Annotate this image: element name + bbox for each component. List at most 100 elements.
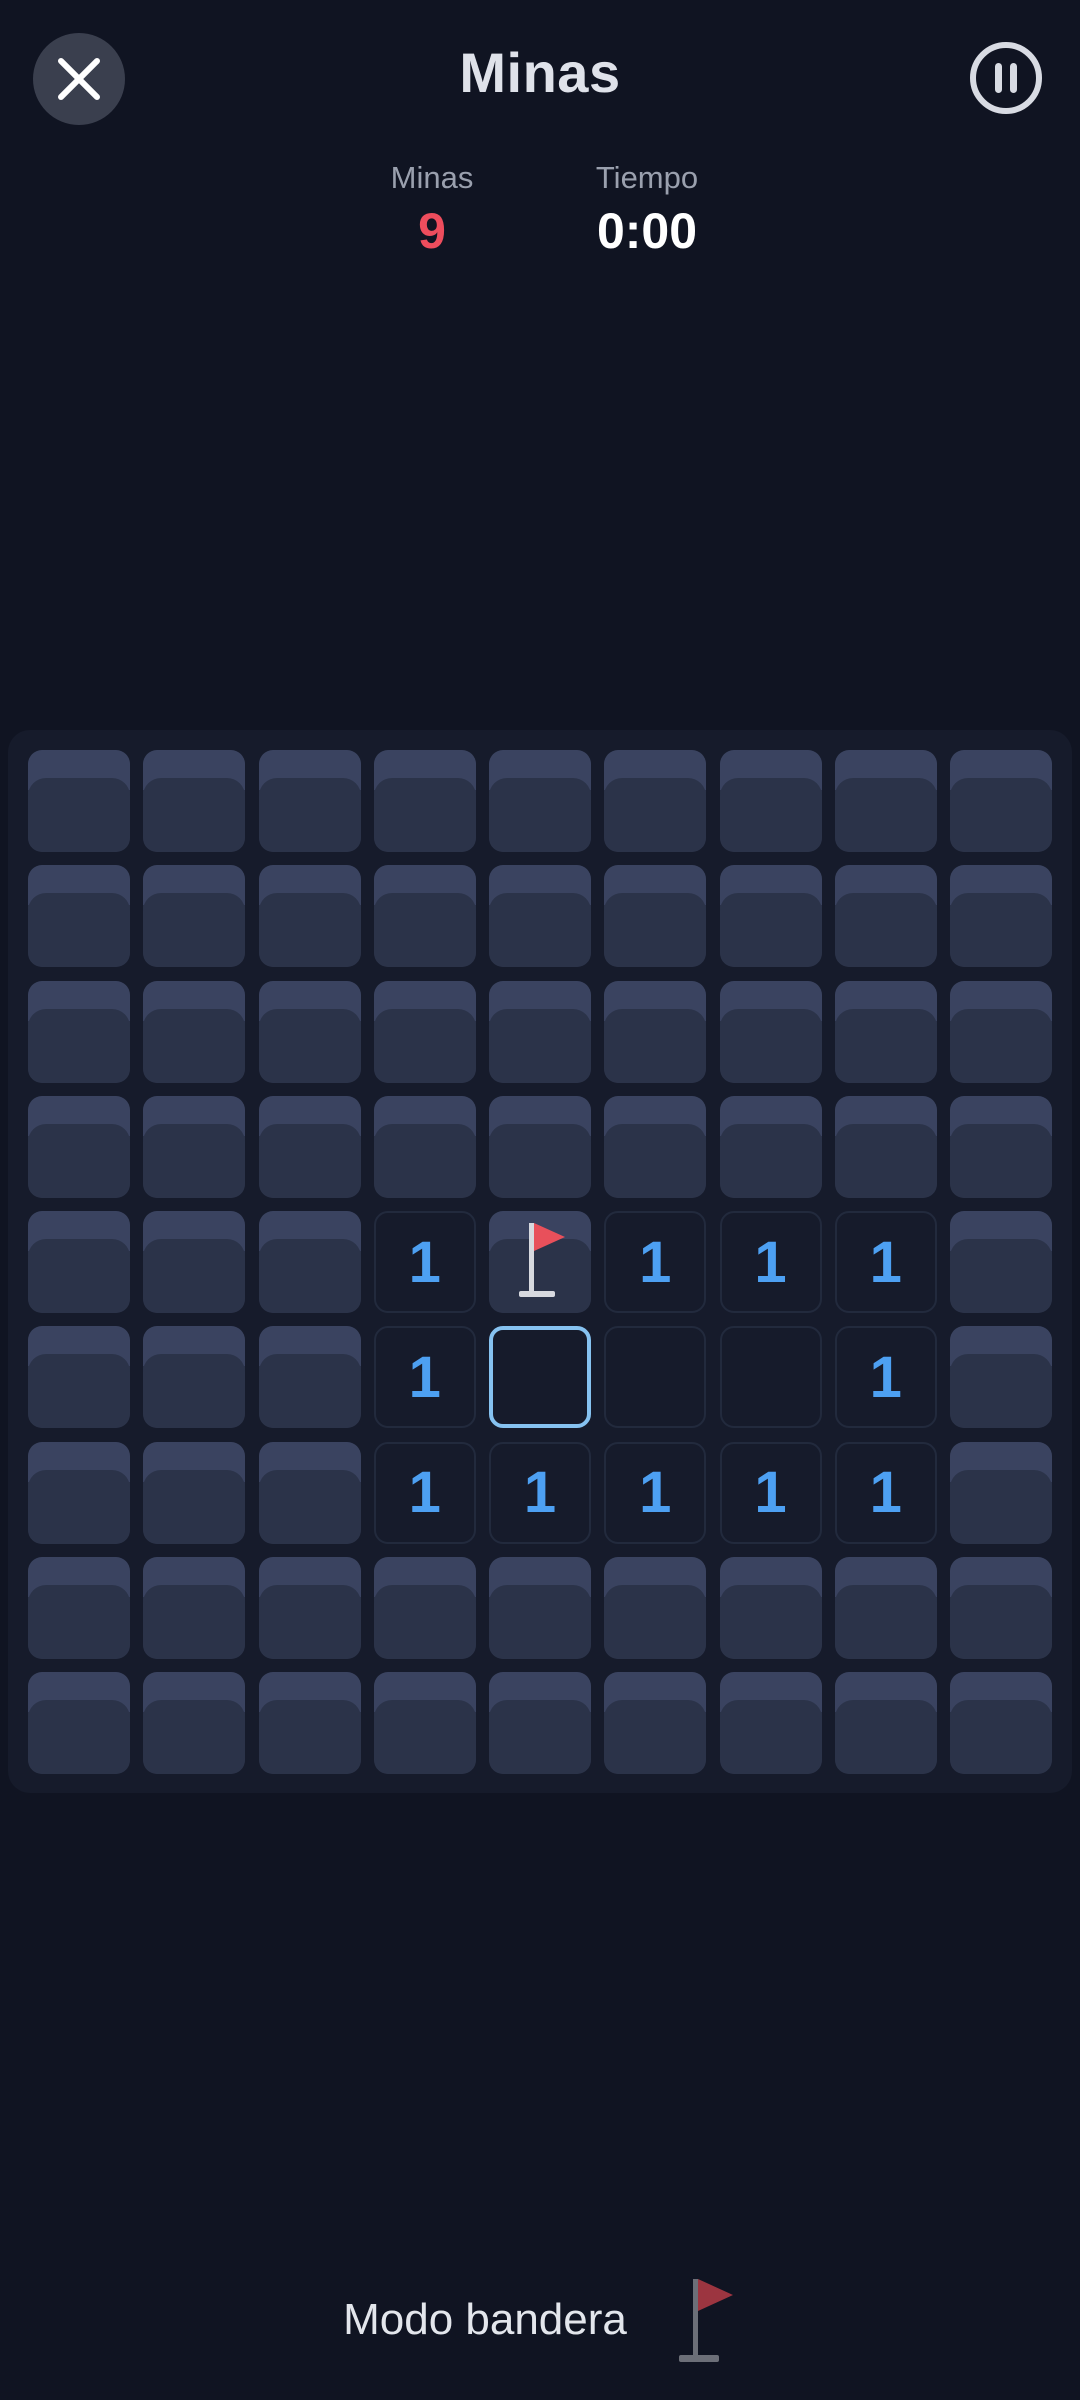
board-cell[interactable] <box>143 980 246 1083</box>
board-cell[interactable] <box>373 1095 476 1198</box>
board-cell[interactable] <box>28 980 130 1083</box>
board-cell[interactable] <box>143 1095 246 1198</box>
board-cell[interactable] <box>719 1556 822 1659</box>
board-cell-revealed[interactable]: 1 <box>719 1441 822 1544</box>
board-cell[interactable] <box>28 1326 130 1429</box>
board-cell[interactable] <box>143 1211 246 1313</box>
cell-number: 1 <box>754 1229 787 1295</box>
time-label: Tiempo <box>595 160 699 195</box>
board-cell[interactable] <box>489 1672 591 1774</box>
time-stat: Tiempo 0:00 <box>572 160 722 260</box>
board-cell[interactable] <box>373 865 476 968</box>
board-cell[interactable] <box>604 980 707 1083</box>
board-cell[interactable] <box>143 1441 246 1544</box>
board-cell-flagged[interactable] <box>489 1211 591 1313</box>
board-cell[interactable] <box>950 1326 1052 1429</box>
board-cell[interactable] <box>373 750 476 852</box>
board-cell-revealed[interactable]: 1 <box>604 1211 707 1313</box>
board-cell[interactable] <box>489 750 591 852</box>
board-cell[interactable] <box>258 1326 361 1429</box>
board-cell[interactable] <box>950 1211 1052 1313</box>
board-cell[interactable] <box>489 980 591 1083</box>
board-cell[interactable] <box>373 1672 476 1774</box>
board-cell-revealed[interactable]: 1 <box>834 1211 937 1313</box>
board-cell[interactable] <box>604 750 707 852</box>
board-cell-revealed[interactable]: 1 <box>373 1326 476 1429</box>
board-cell[interactable] <box>719 865 822 968</box>
board-grid: 1 1 1 1 1 1 1 1 1 1 1 <box>28 750 1052 1774</box>
board-cell[interactable] <box>834 1556 937 1659</box>
cell-number: 1 <box>639 1229 672 1295</box>
board-cell[interactable] <box>489 865 591 968</box>
flag-mode-toggle[interactable]: Modo bandera <box>0 2270 1080 2370</box>
board-cell[interactable] <box>258 1095 361 1198</box>
board-cell[interactable] <box>28 1441 130 1544</box>
board-cell[interactable] <box>143 1326 246 1429</box>
board-cell[interactable] <box>604 865 707 968</box>
board-cell[interactable] <box>258 1556 361 1659</box>
board-cell[interactable] <box>28 1672 130 1774</box>
mines-stat: Minas 9 <box>372 160 492 260</box>
board-cell[interactable] <box>719 1672 822 1774</box>
board-cell[interactable] <box>834 1095 937 1198</box>
board-cell[interactable] <box>834 750 937 852</box>
board-cell[interactable] <box>834 980 937 1083</box>
board-cell[interactable] <box>258 865 361 968</box>
board-cell[interactable] <box>28 1556 130 1659</box>
board-cell[interactable] <box>834 1672 937 1774</box>
board-cell[interactable] <box>143 1672 246 1774</box>
board-cell[interactable] <box>950 1556 1052 1659</box>
page-title: Minas <box>459 41 621 104</box>
board-cell-revealed[interactable] <box>604 1326 707 1429</box>
board-cell[interactable] <box>950 750 1052 852</box>
board-cell[interactable] <box>719 1095 822 1198</box>
board-cell-revealed[interactable]: 1 <box>834 1441 937 1544</box>
board-cell-revealed[interactable]: 1 <box>373 1211 476 1313</box>
board-cell[interactable] <box>258 1441 361 1544</box>
board-cell[interactable] <box>604 1556 707 1659</box>
board-cell[interactable] <box>950 980 1052 1083</box>
pause-button[interactable] <box>970 42 1042 114</box>
board-cell[interactable] <box>950 1095 1052 1198</box>
board-cell[interactable] <box>258 980 361 1083</box>
board-cell[interactable] <box>834 865 937 968</box>
cell-number: 1 <box>408 1460 441 1525</box>
board-cell[interactable] <box>28 1095 130 1198</box>
board-cell[interactable] <box>258 750 361 852</box>
board-cell[interactable] <box>143 1556 246 1659</box>
board-cell[interactable] <box>28 750 130 852</box>
cell-number: 1 <box>869 1460 902 1525</box>
board-cell-revealed[interactable] <box>719 1326 822 1429</box>
board-cell[interactable] <box>604 1095 707 1198</box>
cell-number: 1 <box>523 1460 557 1525</box>
mines-label: Minas <box>390 160 474 195</box>
board-cell-revealed[interactable]: 1 <box>489 1441 591 1544</box>
board-cell[interactable] <box>373 980 476 1083</box>
board-cell[interactable] <box>258 1211 361 1313</box>
board-cell[interactable] <box>950 1441 1052 1544</box>
board-cell-revealed[interactable]: 1 <box>373 1441 476 1544</box>
board-cell[interactable] <box>28 1211 130 1313</box>
board-cell[interactable] <box>950 865 1052 968</box>
flag-mode-label: Modo bandera <box>343 2295 627 2344</box>
cell-number: 1 <box>639 1460 672 1525</box>
board-cell-revealed[interactable]: 1 <box>719 1211 822 1313</box>
board-cell-revealed[interactable]: 1 <box>834 1326 937 1429</box>
board-cell[interactable] <box>489 1556 591 1659</box>
board-cell[interactable] <box>143 865 246 968</box>
board-cell-revealed[interactable]: 1 <box>604 1441 707 1544</box>
board-cell[interactable] <box>719 750 822 852</box>
flag-icon <box>519 1221 567 1306</box>
board-cell[interactable] <box>28 865 130 968</box>
board-cell[interactable] <box>489 1095 591 1198</box>
board-cell[interactable] <box>950 1672 1052 1774</box>
cell-number: 1 <box>754 1460 787 1525</box>
board-cell-selected[interactable] <box>489 1326 591 1429</box>
cell-number: 1 <box>869 1229 902 1295</box>
board-cell[interactable] <box>143 750 246 852</box>
cell-number: 1 <box>408 1229 441 1295</box>
board-cell[interactable] <box>604 1672 707 1774</box>
board-cell[interactable] <box>258 1672 361 1774</box>
board-cell[interactable] <box>719 980 822 1083</box>
board-cell[interactable] <box>373 1556 476 1659</box>
